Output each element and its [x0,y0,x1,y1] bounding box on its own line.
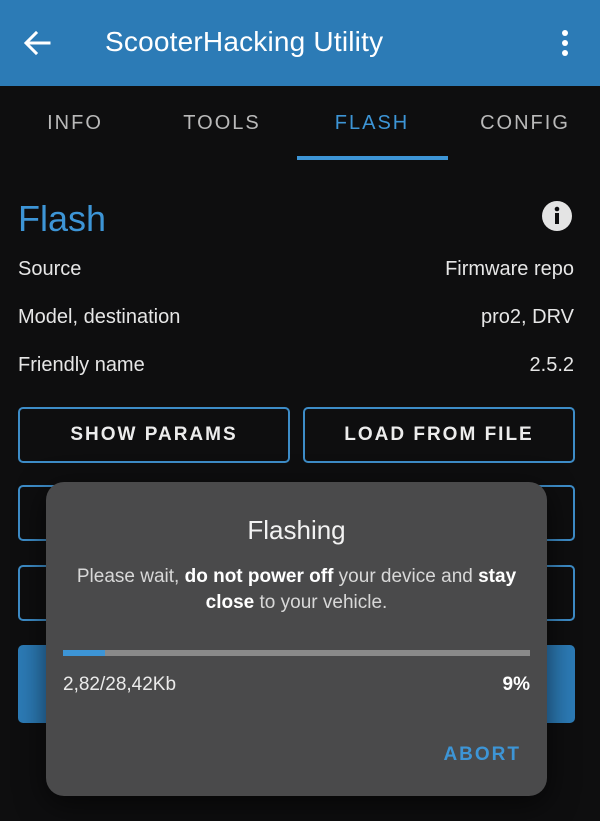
app-bar: ScooterHacking Utility [0,0,600,86]
source-value: Firmware repo [445,258,574,280]
dialog-message-part-1: Please wait, [76,566,185,587]
tab-flash[interactable]: FLASH [297,86,447,160]
dialog-message-bold-1: do not power off [184,566,334,587]
friendly-name-label: Friendly name [18,354,145,376]
friendly-name-value: 2.5.2 [529,354,574,376]
tab-config[interactable]: CONFIG [450,86,600,160]
tab-tools[interactable]: TOOLS [147,86,297,160]
abort-button[interactable]: ABORT [443,744,521,766]
tab-bar: INFO TOOLS FLASH CONFIG [0,86,600,160]
progress-percent: 9% [502,674,530,695]
dialog-message: Please wait, do not power off your devic… [66,564,527,616]
load-from-file-button[interactable]: LOAD FROM FILE [303,407,575,463]
tab-info[interactable]: INFO [0,86,150,160]
app-title: ScooterHacking Utility [105,26,384,57]
model-destination-value: pro2, DRV [480,306,574,328]
dialog-message-part-2: your device and [333,566,479,587]
dialog-message-part-3: to your vehicle. [254,592,388,613]
source-label: Source [18,258,82,280]
more-vert-icon[interactable] [553,28,577,58]
model-destination-label: Model, destination [18,306,181,328]
progress-size-text: 2,82/28,42Kb [63,674,177,695]
show-params-button[interactable]: SHOW PARAMS [18,407,290,463]
info-icon[interactable] [541,200,573,232]
progress-fill [63,650,106,656]
arrow-back-icon[interactable] [22,28,52,58]
progress-bar [63,650,530,656]
active-tab-indicator [297,156,448,160]
flashing-dialog: Flashing Please wait, do not power off y… [46,482,547,796]
section-title: Flash [18,198,107,239]
dialog-title: Flashing [247,515,346,545]
